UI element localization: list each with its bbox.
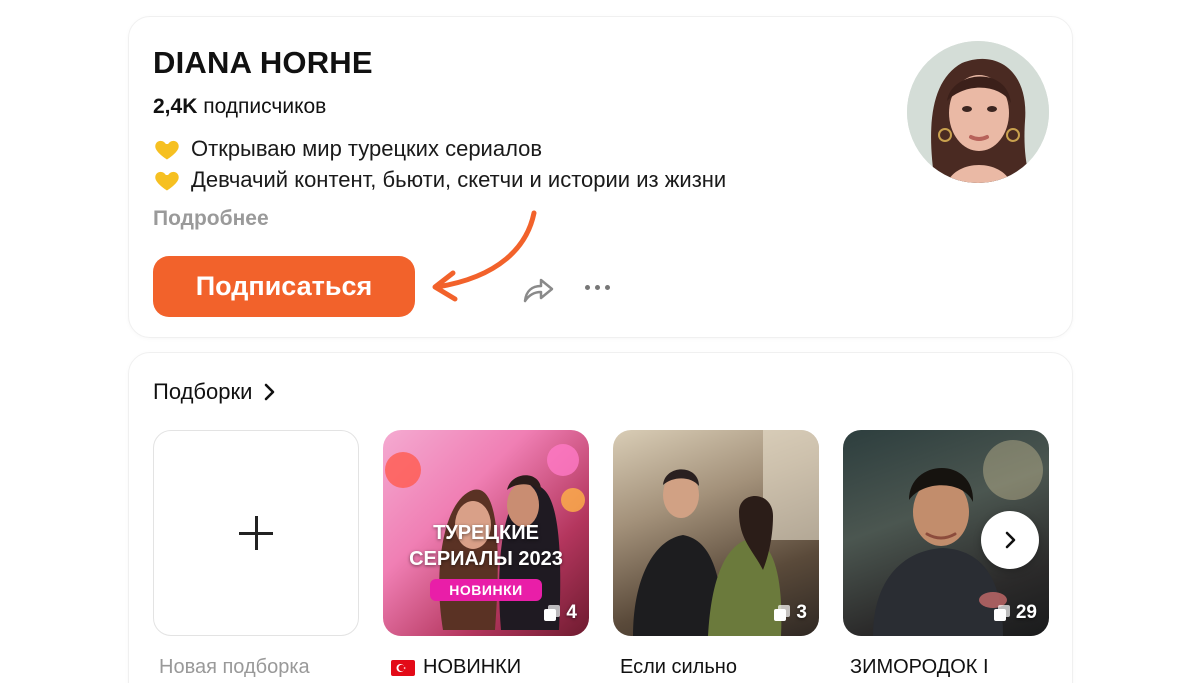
chevron-right-icon [265, 383, 275, 401]
cover-title-line: СЕРИАЛЫ 2023 [409, 548, 563, 570]
stack-icon [993, 605, 1010, 621]
item-count-value: 3 [796, 602, 807, 623]
item-count-value: 4 [566, 602, 577, 623]
item-count: 3 [773, 602, 807, 624]
share-icon[interactable] [519, 269, 557, 307]
new-collection-tile[interactable] [153, 430, 359, 636]
stack-icon [774, 605, 791, 621]
profile-card: DIANA HORHE 2,4K подписчиков Открываю ми… [128, 16, 1073, 338]
more-link[interactable]: Подробнее [153, 207, 269, 231]
yellow-heart-icon [155, 140, 179, 159]
avatar-portrait-icon [907, 41, 1049, 183]
collection-caption: Если сильно [620, 656, 737, 678]
description-text: Девчачий контент, бьюти, скетчи и истори… [191, 167, 727, 192]
collection-caption: НОВИНКИ [391, 656, 521, 679]
channel-name: DIANA HORHE [153, 45, 373, 80]
yellow-heart-icon [155, 171, 179, 190]
stack-icon [544, 605, 561, 621]
avatar [907, 41, 1049, 183]
turkey-flag-icon [391, 659, 415, 676]
cover-title-line: ТУРЕЦКИЕ [433, 522, 539, 544]
subscribe-button[interactable]: Подписаться [153, 256, 415, 317]
collections-title-label: Подборки [153, 379, 253, 404]
description-text: Открываю мир турецких сериалов [191, 136, 543, 161]
subscribers-label: подписчиков [203, 95, 327, 118]
item-count: 4 [543, 602, 577, 624]
collection-caption-text: НОВИНКИ [423, 656, 522, 678]
cover-badge: НОВИНКИ [430, 579, 542, 601]
subscribers-count: 2,4K подписчиков [153, 95, 326, 119]
chevron-right-icon [1005, 531, 1016, 549]
carousel-next-button[interactable] [981, 511, 1039, 569]
channel-description: Открываю мир турецких сериалов Девчачий … [153, 133, 726, 195]
description-line: Девчачий контент, бьюти, скетчи и истори… [153, 164, 726, 195]
new-collection-caption: Новая подборка [159, 656, 310, 678]
plus-icon [239, 516, 273, 550]
collections-card: Подборки Новая подборка ТУРЕЦКИЕ СЕРИАЛЫ… [128, 352, 1073, 683]
collections-title[interactable]: Подборки [153, 379, 276, 405]
description-line: Открываю мир турецких сериалов [153, 133, 726, 164]
collection-tile[interactable]: ТУРЕЦКИЕ СЕРИАЛЫ 2023 НОВИНКИ 4 [383, 430, 589, 636]
item-count: 29 [993, 602, 1037, 624]
subscribers-number: 2,4K [153, 95, 198, 118]
collection-caption: ЗИМОРОДОК I [850, 656, 989, 678]
more-options-icon[interactable] [579, 273, 615, 301]
collection-tile[interactable]: 3 [613, 430, 819, 636]
item-count-value: 29 [1015, 602, 1037, 623]
